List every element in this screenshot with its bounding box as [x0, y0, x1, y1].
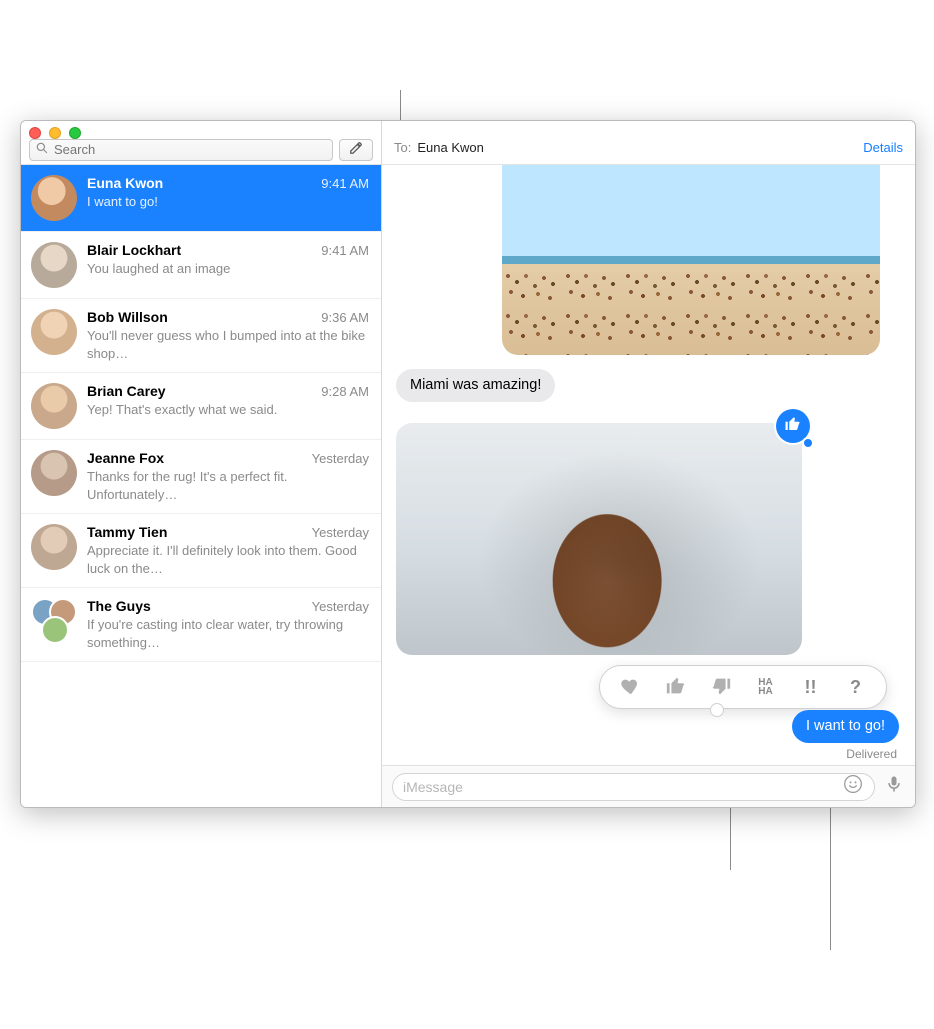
- search-field[interactable]: [29, 139, 333, 161]
- outgoing-text-message[interactable]: I want to go!: [792, 710, 899, 743]
- conversation-preview: Thanks for the rug! It's a perfect fit. …: [87, 468, 369, 503]
- search-input[interactable]: [54, 142, 326, 157]
- conversation-row[interactable]: Euna Kwon 9:41 AM I want to go!: [21, 165, 381, 232]
- tapback-thumbs-up[interactable]: [660, 671, 692, 703]
- avatar: [31, 524, 77, 570]
- to-label: To:: [394, 140, 411, 155]
- conversation-preview: You laughed at an image: [87, 260, 369, 278]
- conversation-time: 9:28 AM: [321, 384, 369, 399]
- conversation-row[interactable]: Blair Lockhart 9:41 AM You laughed at an…: [21, 232, 381, 299]
- conversation-sidebar: Euna Kwon 9:41 AM I want to go! Blair Lo…: [21, 121, 382, 807]
- conversation-time: 9:41 AM: [321, 176, 369, 191]
- avatar: [31, 383, 77, 429]
- microphone-icon: [884, 774, 904, 799]
- window-minimize-button[interactable]: [49, 127, 61, 139]
- window-titlebar: [21, 121, 915, 141]
- conversation-name: Brian Carey: [87, 383, 313, 399]
- smiley-icon: [843, 774, 863, 799]
- conversation-row[interactable]: Brian Carey 9:28 AM Yep! That's exactly …: [21, 373, 381, 440]
- conversation-time: Yesterday: [312, 525, 369, 540]
- question-label: ?: [850, 677, 861, 698]
- tapback-question[interactable]: ?: [840, 671, 872, 703]
- conversation-name: Blair Lockhart: [87, 242, 313, 258]
- conversation-name: Euna Kwon: [87, 175, 313, 191]
- compose-field[interactable]: [392, 773, 875, 801]
- avatar: [31, 450, 77, 496]
- incoming-text-message[interactable]: Miami was amazing!: [396, 369, 555, 402]
- conversation-row[interactable]: Tammy Tien Yesterday Appreciate it. I'll…: [21, 514, 381, 588]
- conversation-name: Jeanne Fox: [87, 450, 304, 466]
- search-icon: [36, 142, 48, 157]
- incoming-image-message[interactable]: [502, 165, 880, 355]
- conversation-row[interactable]: Bob Willson 9:36 AM You'll never guess w…: [21, 299, 381, 373]
- avatar: [31, 175, 77, 221]
- thumbs-up-icon: [784, 415, 802, 438]
- group-avatar: [31, 598, 77, 644]
- tapback-heart[interactable]: [615, 671, 647, 703]
- exclaim-label: !!: [805, 677, 817, 698]
- tapback-picker: HA HA !! ?: [599, 665, 887, 709]
- conversation-name: Bob Willson: [87, 309, 313, 325]
- to-recipient[interactable]: Euna Kwon: [417, 140, 484, 155]
- conversation-row[interactable]: The Guys Yesterday If you're casting int…: [21, 588, 381, 662]
- message-text: Miami was amazing!: [410, 377, 541, 393]
- window-close-button[interactable]: [29, 127, 41, 139]
- microphone-button[interactable]: [883, 776, 905, 798]
- message-thread[interactable]: Miami was amazing! HA HA: [382, 165, 915, 765]
- conversation-preview: I want to go!: [87, 193, 369, 211]
- details-button[interactable]: Details: [863, 140, 903, 155]
- conversation-name: The Guys: [87, 598, 304, 614]
- tapback-haha[interactable]: HA HA: [750, 671, 782, 703]
- conversation-preview: If you're casting into clear water, try …: [87, 616, 369, 651]
- conversation-row[interactable]: Jeanne Fox Yesterday Thanks for the rug!…: [21, 440, 381, 514]
- conversation-name: Tammy Tien: [87, 524, 304, 540]
- incoming-image-message[interactable]: [396, 423, 802, 655]
- thumbs-up-icon: [665, 675, 687, 700]
- conversation-time: Yesterday: [312, 451, 369, 466]
- conversation-time: Yesterday: [312, 599, 369, 614]
- compose-input[interactable]: [403, 779, 836, 795]
- tapback-exclaim[interactable]: !!: [795, 671, 827, 703]
- conversation-preview: Appreciate it. I'll definitely look into…: [87, 542, 369, 577]
- conversation-preview: Yep! That's exactly what we said.: [87, 401, 369, 419]
- delivery-status: Delivered: [846, 747, 897, 761]
- conversation-list: Euna Kwon 9:41 AM I want to go! Blair Lo…: [21, 165, 381, 807]
- compose-icon: [349, 141, 363, 158]
- thumbs-down-icon: [710, 675, 732, 700]
- haha-label: HA HA: [758, 678, 772, 696]
- avatar: [31, 309, 77, 355]
- messages-window: Euna Kwon 9:41 AM I want to go! Blair Lo…: [20, 120, 916, 808]
- message-text: I want to go!: [806, 718, 885, 734]
- tapback-thumbs-down[interactable]: [705, 671, 737, 703]
- conversation-time: 9:36 AM: [321, 310, 369, 325]
- conversation-preview: You'll never guess who I bumped into at …: [87, 327, 369, 362]
- compose-button[interactable]: [339, 139, 373, 161]
- tapback-like-badge[interactable]: [776, 409, 810, 443]
- conversation-time: 9:41 AM: [321, 243, 369, 258]
- avatar: [31, 242, 77, 288]
- heart-icon: [620, 675, 642, 700]
- compose-bar: [382, 765, 915, 807]
- window-zoom-button[interactable]: [69, 127, 81, 139]
- emoji-button[interactable]: [842, 776, 864, 798]
- conversation-pane: To: Euna Kwon Details Miami was amazing!: [382, 121, 915, 807]
